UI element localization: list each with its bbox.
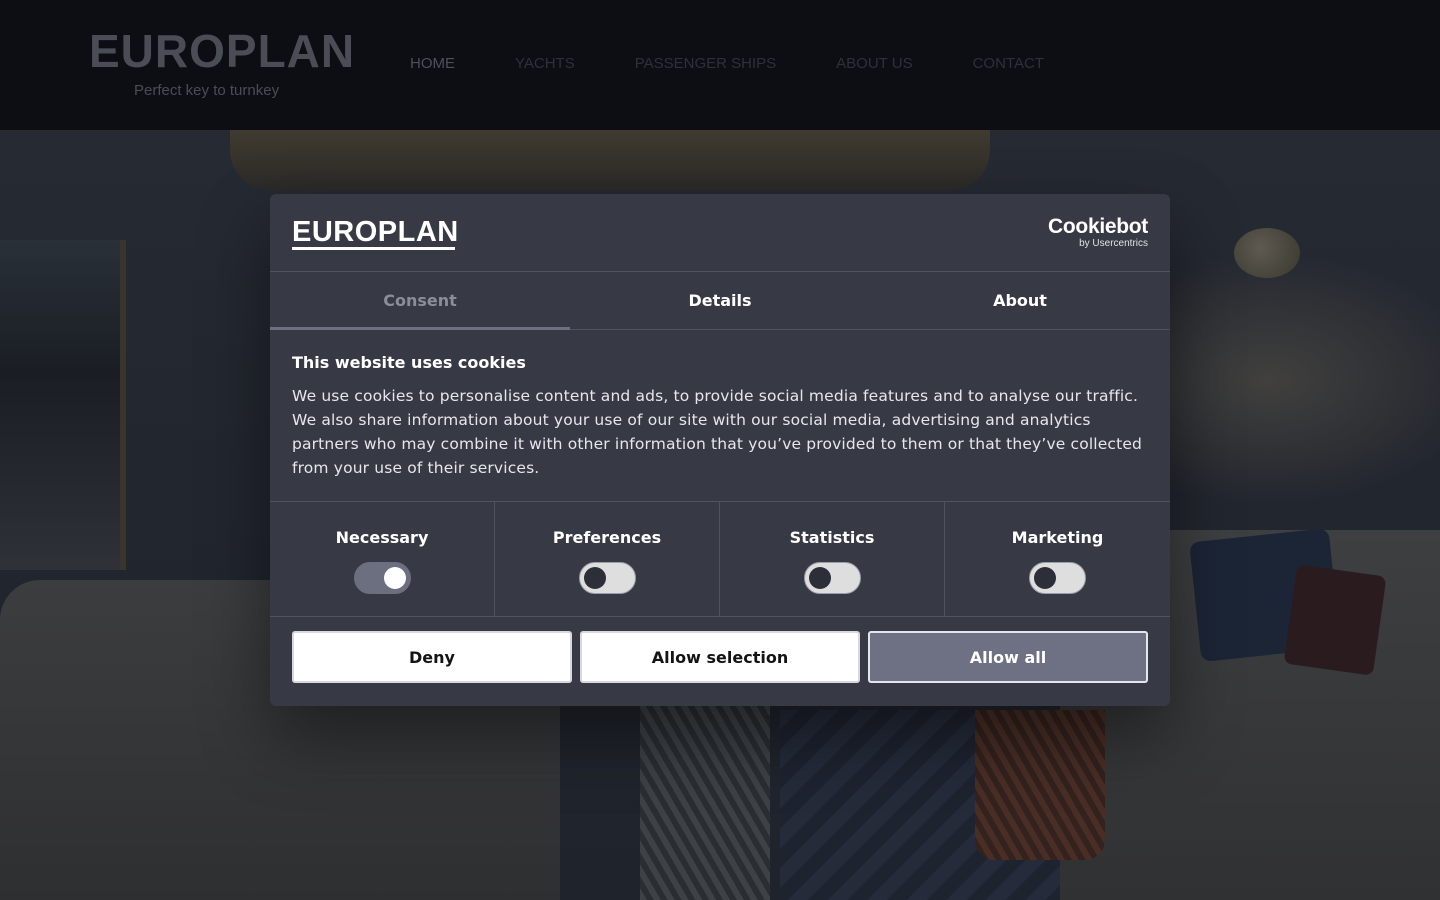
- category-label: Statistics: [789, 528, 875, 547]
- dialog-logo: EUROPLAN: [292, 216, 459, 250]
- cookiebot-logo[interactable]: Cookiebot by Usercentrics: [1048, 216, 1148, 250]
- cookiebot-wordmark: Cookiebot: [1048, 215, 1148, 238]
- tab-details[interactable]: Details: [570, 272, 870, 329]
- category-label: Necessary: [335, 528, 429, 547]
- hero-wall-lamp: [1234, 228, 1300, 278]
- site-header: EUROPLAN Perfect key to turnkey HOME YAC…: [0, 0, 1440, 130]
- hero-painting: [0, 240, 126, 570]
- nav-home[interactable]: HOME: [410, 55, 455, 72]
- tab-about[interactable]: About: [870, 272, 1170, 329]
- dialog-buttons: Deny Allow selection Allow all: [292, 631, 1148, 683]
- toggle-knob: [583, 567, 606, 589]
- nav-contact[interactable]: CONTACT: [973, 55, 1044, 72]
- category-preferences: Preferences: [495, 502, 720, 616]
- site-logo-wordmark: EUROPLAN: [89, 25, 356, 77]
- category-marketing: Marketing: [945, 502, 1170, 616]
- hero-ceiling: [230, 130, 990, 190]
- dialog-tabs: Consent Details About: [270, 272, 1170, 330]
- dialog-logo-wordmark: EUROPLAN: [292, 216, 459, 248]
- necessary-toggle: [353, 562, 411, 594]
- marketing-toggle[interactable]: [1029, 562, 1086, 594]
- site-tagline: Perfect key to turnkey: [134, 82, 280, 99]
- site-logo[interactable]: EUROPLAN Perfect key to turnkey: [89, 26, 354, 106]
- category-label: Preferences: [552, 528, 662, 547]
- cookiebot-byline: by Usercentrics: [1079, 238, 1148, 249]
- statistics-toggle[interactable]: [803, 562, 861, 594]
- allow-selection-button[interactable]: Allow selection: [580, 631, 860, 683]
- nav-about-us[interactable]: ABOUT US: [836, 55, 912, 72]
- dialog-body: This website uses cookies We use cookies…: [292, 352, 1148, 480]
- toggle-knob: [383, 567, 406, 589]
- category-label: Marketing: [1011, 528, 1104, 547]
- dialog-description: We use cookies to personalise content an…: [292, 387, 1143, 477]
- category-necessary: Necessary: [270, 502, 495, 616]
- dialog-title: This website uses cookies: [292, 353, 526, 372]
- preferences-toggle[interactable]: [578, 562, 636, 594]
- toggle-knob: [1034, 567, 1056, 589]
- hero-side-table: [640, 690, 770, 900]
- nav-yachts[interactable]: YACHTS: [515, 55, 575, 72]
- cookie-consent-dialog: EUROPLAN Cookiebot by Usercentrics Conse…: [270, 194, 1170, 706]
- nav-passenger-ships[interactable]: PASSENGER SHIPS: [635, 55, 776, 72]
- toggle-knob: [808, 567, 831, 589]
- hero-side-table-copper: [975, 710, 1105, 860]
- dialog-header: EUROPLAN Cookiebot by Usercentrics: [270, 194, 1170, 272]
- main-nav: HOME YACHTS PASSENGER SHIPS ABOUT US CON…: [410, 55, 1104, 72]
- consent-categories: Necessary Preferences Statistics Marketi…: [270, 501, 1170, 617]
- category-statistics: Statistics: [720, 502, 945, 616]
- hero-pillow-red: [1283, 564, 1387, 676]
- allow-all-button[interactable]: Allow all: [868, 631, 1148, 683]
- deny-button[interactable]: Deny: [292, 631, 572, 683]
- tab-consent[interactable]: Consent: [270, 272, 570, 330]
